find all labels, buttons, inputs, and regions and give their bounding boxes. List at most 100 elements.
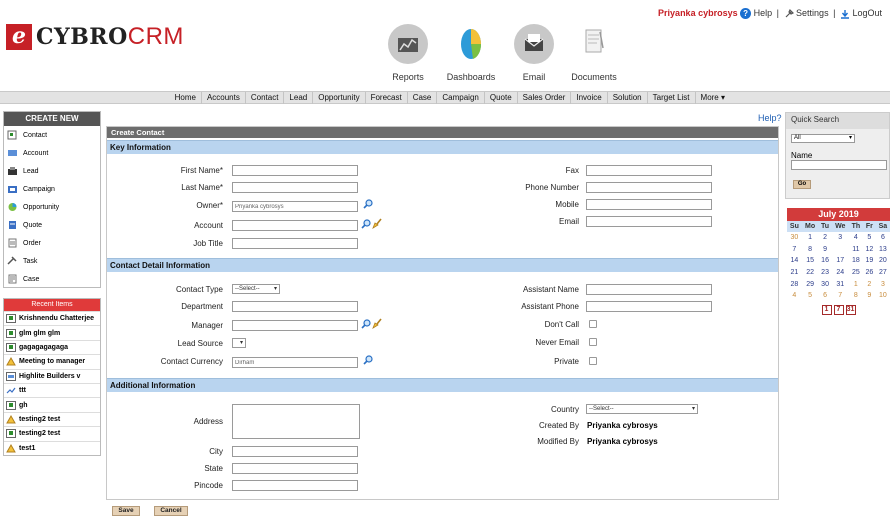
calendar-day[interactable]: 5: [863, 232, 876, 244]
recent-item[interactable]: Highlite Builders v: [4, 368, 100, 383]
calendar-day[interactable]: 3: [876, 278, 890, 290]
calendar-day[interactable]: 20: [876, 255, 890, 267]
create-quote[interactable]: Quote: [4, 216, 100, 234]
module-dashboards[interactable]: Dashboards: [441, 24, 501, 82]
recent-item[interactable]: testing2 test: [4, 411, 100, 426]
recent-item[interactable]: Meeting to manager: [4, 354, 100, 368]
assistant-phone-input[interactable]: [586, 301, 712, 312]
state-input[interactable]: [232, 463, 358, 474]
current-user[interactable]: Priyanka cybrosys: [658, 8, 738, 18]
nav-invoice[interactable]: Invoice: [570, 92, 606, 104]
never-email-checkbox[interactable]: [589, 338, 597, 346]
create-account[interactable]: Account: [4, 144, 100, 162]
nav-lead[interactable]: Lead: [283, 92, 312, 104]
calendar-day[interactable]: 18: [849, 255, 863, 267]
calendar-day[interactable]: 25: [849, 267, 863, 279]
calendar-day[interactable]: 4: [787, 290, 802, 302]
calendar-nav-today[interactable]: 7: [833, 304, 844, 315]
nav-more[interactable]: More ▾: [694, 92, 730, 104]
recent-item[interactable]: testing2 test: [4, 426, 100, 440]
calendar-day[interactable]: 30: [818, 278, 831, 290]
calendar-day[interactable]: 6: [876, 232, 890, 244]
create-lead[interactable]: Lead: [4, 162, 100, 180]
settings-link[interactable]: Settings: [796, 8, 829, 18]
create-case[interactable]: Case: [4, 270, 100, 288]
calendar-day[interactable]: 15: [802, 255, 819, 267]
create-task[interactable]: Task: [4, 252, 100, 270]
calendar-day[interactable]: 1: [802, 232, 819, 244]
country-select[interactable]: --Select-- ▾: [586, 404, 698, 414]
recent-item[interactable]: ttt: [4, 382, 100, 397]
calendar-day[interactable]: 14: [787, 255, 802, 267]
account-input[interactable]: [232, 220, 358, 231]
owner-search-icon[interactable]: [363, 199, 373, 209]
calendar-day[interactable]: 19: [863, 255, 876, 267]
calendar-day[interactable]: 4: [849, 232, 863, 244]
calendar-day[interactable]: 5: [802, 290, 819, 302]
first-name-input[interactable]: [232, 165, 358, 176]
recent-item[interactable]: Krishnendu Chatterjee: [4, 311, 100, 325]
nav-accounts[interactable]: Accounts: [200, 92, 245, 104]
assistant-name-input[interactable]: [586, 284, 712, 295]
create-campaign[interactable]: Campaign: [4, 180, 100, 198]
calendar-day[interactable]: 3: [832, 232, 849, 244]
manager-input[interactable]: [232, 320, 358, 331]
nav-opportunity[interactable]: Opportunity: [312, 92, 364, 104]
nav-campaign[interactable]: Campaign: [436, 92, 483, 104]
cancel-button[interactable]: Cancel: [154, 506, 188, 516]
calendar-day[interactable]: 11: [849, 244, 863, 256]
recent-item[interactable]: gh: [4, 397, 100, 411]
save-button[interactable]: Save: [112, 506, 140, 516]
calendar-day[interactable]: 12: [863, 244, 876, 256]
quick-search-module-select[interactable]: All ▾: [791, 134, 855, 143]
nav-quote[interactable]: Quote: [483, 92, 517, 104]
calendar-day[interactable]: 17: [832, 255, 849, 267]
module-documents[interactable]: Documents: [564, 24, 624, 82]
calendar-day[interactable]: 10: [876, 290, 890, 302]
help-link[interactable]: Help?: [758, 113, 782, 123]
calendar-nav-last[interactable]: 31: [845, 304, 856, 315]
nav-case[interactable]: Case: [406, 92, 437, 104]
calendar-day[interactable]: 28: [787, 278, 802, 290]
phone-number-input[interactable]: [586, 182, 712, 193]
contact-type-select[interactable]: --Select-- ▾: [232, 284, 280, 294]
help-link-top[interactable]: Help: [754, 8, 773, 18]
logout-link[interactable]: LogOut: [852, 8, 882, 18]
recent-item[interactable]: glm glm glm: [4, 325, 100, 339]
calendar-day[interactable]: 31: [832, 278, 849, 290]
calendar-day[interactable]: 2: [818, 232, 831, 244]
calendar-day[interactable]: 29: [802, 278, 819, 290]
create-opportunity[interactable]: Opportunity: [4, 198, 100, 216]
logout-icon[interactable]: [840, 9, 850, 19]
account-clear-icon[interactable]: [372, 218, 383, 229]
calendar-day[interactable]: 9: [863, 290, 876, 302]
module-reports[interactable]: Reports: [378, 24, 438, 82]
calendar-day[interactable]: 30: [787, 232, 802, 244]
calendar-day[interactable]: 21: [787, 267, 802, 279]
owner-input[interactable]: [232, 201, 358, 212]
calendar-day[interactable]: 26: [863, 267, 876, 279]
last-name-input[interactable]: [232, 182, 358, 193]
create-order[interactable]: Order: [4, 234, 100, 252]
calendar-day[interactable]: 1: [849, 278, 863, 290]
calendar-day[interactable]: 9: [818, 244, 831, 256]
quick-search-name-input[interactable]: [791, 160, 887, 170]
department-input[interactable]: [232, 301, 358, 312]
fax-input[interactable]: [586, 165, 712, 176]
contact-currency-input[interactable]: [232, 357, 358, 368]
quick-search-go-button[interactable]: Go: [793, 180, 811, 189]
mobile-input[interactable]: [586, 199, 712, 210]
recent-item[interactable]: gagagagagaga: [4, 339, 100, 354]
email-input[interactable]: [586, 216, 712, 227]
pincode-input[interactable]: [232, 480, 358, 491]
nav-home[interactable]: Home: [170, 92, 201, 104]
calendar-day[interactable]: 8: [849, 290, 863, 302]
module-email[interactable]: Email: [504, 24, 564, 82]
calendar-day[interactable]: 24: [832, 267, 849, 279]
nav-solution[interactable]: Solution: [606, 92, 647, 104]
recent-item[interactable]: test1: [4, 440, 100, 455]
calendar-day[interactable]: 7: [787, 244, 802, 256]
calendar-day[interactable]: 6: [818, 290, 831, 302]
calendar-day[interactable]: 2: [863, 278, 876, 290]
settings-icon[interactable]: [784, 8, 794, 19]
